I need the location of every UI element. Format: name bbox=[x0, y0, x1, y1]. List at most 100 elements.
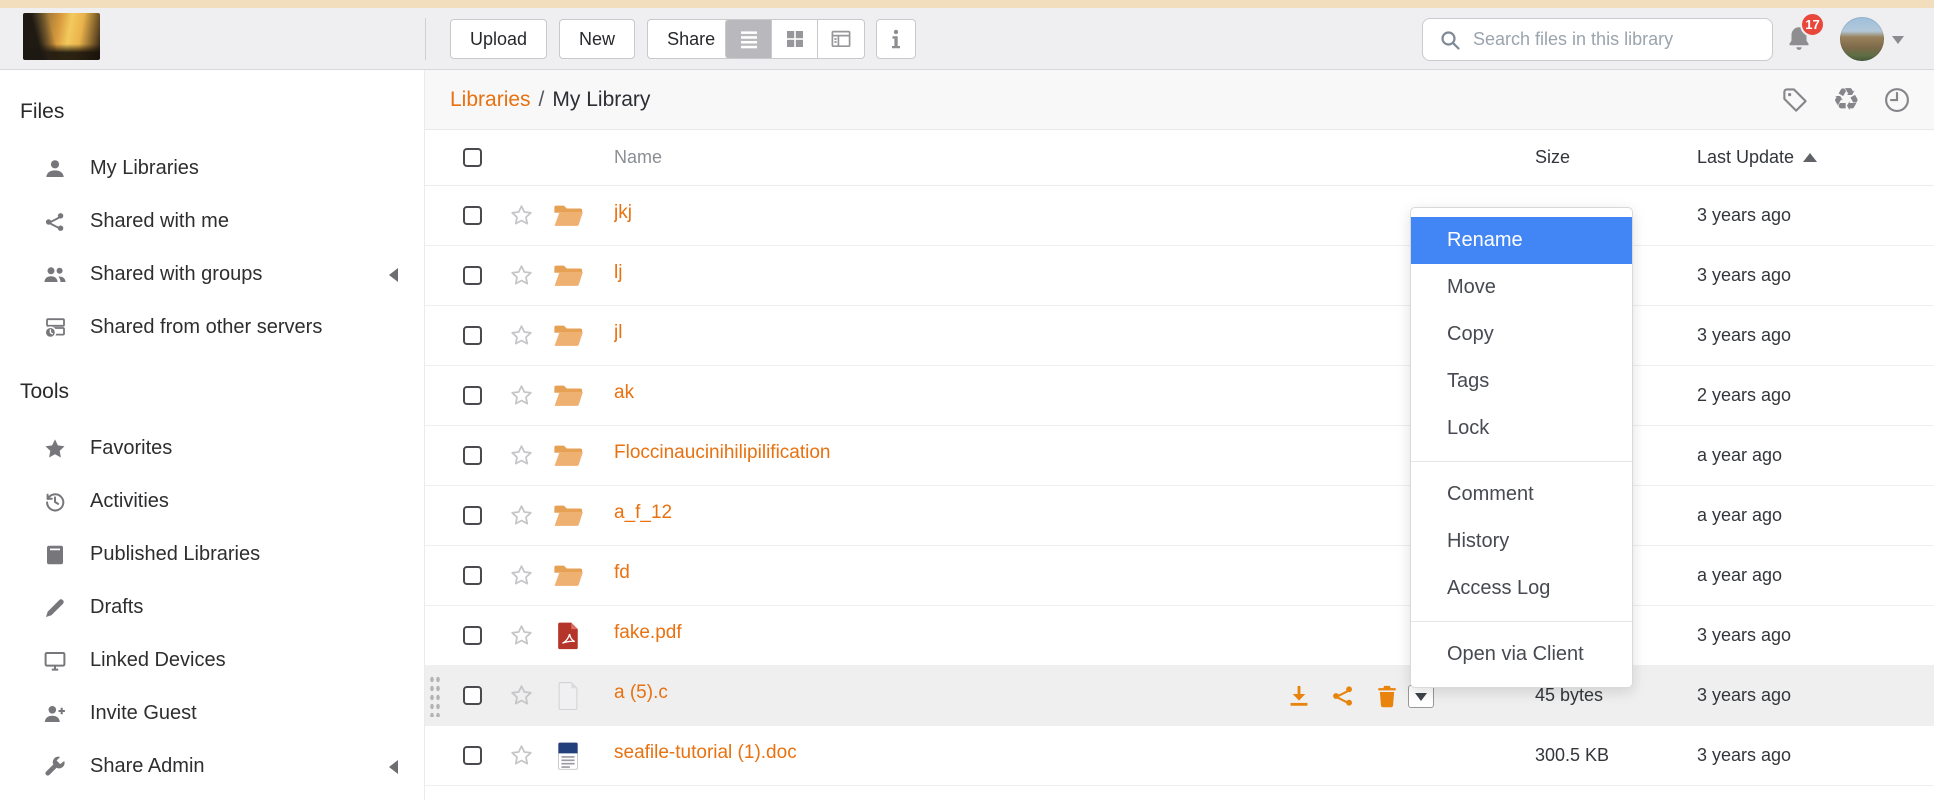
row-checkbox[interactable] bbox=[463, 626, 482, 645]
sidebar-item-shared-from-other-servers[interactable]: Shared from other servers bbox=[0, 301, 424, 354]
row-checkbox[interactable] bbox=[463, 506, 482, 525]
drag-handle[interactable] bbox=[429, 675, 440, 717]
file-name-link[interactable]: fd bbox=[614, 562, 630, 584]
row-checkbox[interactable] bbox=[463, 206, 482, 225]
file-name-link[interactable]: seafile-tutorial (1).doc bbox=[614, 742, 797, 764]
path-bar: Libraries / My Library ♻ bbox=[425, 70, 1934, 130]
select-all-checkbox[interactable] bbox=[463, 148, 482, 167]
column-header-last-update[interactable]: Last Update bbox=[1697, 147, 1934, 168]
table-row[interactable]: seafile-tutorial (1).doc300.5 KB3 years … bbox=[425, 726, 1934, 786]
table-row[interactable]: a (5).c45 bytes3 years ago bbox=[425, 666, 1934, 726]
user-avatar[interactable] bbox=[1840, 17, 1884, 61]
menu-item-access-log[interactable]: Access Log bbox=[1411, 565, 1632, 612]
collapse-caret-icon[interactable] bbox=[389, 268, 398, 282]
favorite-star-icon[interactable] bbox=[509, 623, 534, 648]
share-button[interactable]: Share bbox=[647, 19, 735, 59]
sidebar-item-drafts[interactable]: Drafts bbox=[0, 581, 424, 634]
breadcrumb-libraries-link[interactable]: Libraries bbox=[450, 88, 531, 112]
file-name-link[interactable]: a (5).c bbox=[614, 682, 668, 704]
sidebar-item-share-admin[interactable]: Share Admin bbox=[0, 740, 424, 793]
folder-icon bbox=[552, 381, 584, 411]
collapse-caret-icon[interactable] bbox=[389, 760, 398, 774]
favorite-star-icon[interactable] bbox=[509, 323, 534, 348]
table-row[interactable]: lj3 years ago bbox=[425, 246, 1934, 306]
sidebar-item-shared-with-me[interactable]: Shared with me bbox=[0, 195, 424, 248]
file-name-link[interactable]: fake.pdf bbox=[614, 622, 682, 644]
sidebar-item-linked-devices[interactable]: Linked Devices bbox=[0, 634, 424, 687]
history-clock-icon[interactable] bbox=[1880, 83, 1914, 117]
sidebar-item-activities[interactable]: Activities bbox=[0, 475, 424, 528]
trash-recycle-icon[interactable]: ♻ bbox=[1832, 84, 1860, 115]
last-update: 3 years ago bbox=[1697, 625, 1934, 646]
menu-item-tags[interactable]: Tags bbox=[1411, 358, 1632, 405]
menu-item-lock[interactable]: Lock bbox=[1411, 405, 1632, 452]
file-name-link[interactable]: lj bbox=[614, 262, 622, 284]
sidebar-item-favorites[interactable]: Favorites bbox=[0, 422, 424, 475]
sidebar-item-shared-with-groups[interactable]: Shared with groups bbox=[0, 248, 424, 301]
row-checkbox[interactable] bbox=[463, 386, 482, 405]
table-row[interactable]: fake.pdf 3 years ago bbox=[425, 606, 1934, 666]
table-row[interactable]: Floccinaucinihilipilificationa year ago bbox=[425, 426, 1934, 486]
favorite-star-icon[interactable] bbox=[509, 263, 534, 288]
grid-view-icon bbox=[783, 27, 807, 51]
menu-item-move[interactable]: Move bbox=[1411, 264, 1632, 311]
trash-icon[interactable] bbox=[1373, 683, 1400, 710]
table-header: Name Size Last Update bbox=[425, 130, 1934, 186]
tag-icon[interactable] bbox=[1778, 83, 1812, 117]
notifications-button[interactable]: 17 bbox=[1778, 12, 1830, 66]
column-header-size[interactable]: Size bbox=[1535, 147, 1697, 168]
info-button[interactable] bbox=[876, 19, 916, 59]
favorite-star-icon[interactable] bbox=[509, 503, 534, 528]
table-row[interactable]: a_f_12a year ago bbox=[425, 486, 1934, 546]
file-name-link[interactable]: ak bbox=[614, 382, 634, 404]
detail-view-icon bbox=[829, 27, 853, 51]
book-icon bbox=[42, 542, 68, 568]
file-name-link[interactable]: a_f_12 bbox=[614, 502, 672, 524]
row-checkbox[interactable] bbox=[463, 446, 482, 465]
file-name-link[interactable]: Floccinaucinihilipilification bbox=[614, 442, 831, 464]
menu-item-rename[interactable]: Rename bbox=[1411, 217, 1632, 264]
file-list: jkj3 years agolj3 years agojl3 years ago… bbox=[425, 186, 1934, 786]
search-input[interactable] bbox=[1473, 29, 1753, 50]
sidebar-item-label: Shared with me bbox=[90, 210, 229, 233]
grid-view-button[interactable] bbox=[772, 20, 818, 58]
new-button[interactable]: New bbox=[559, 19, 635, 59]
table-row[interactable]: ak2 years ago bbox=[425, 366, 1934, 426]
breadcrumb-separator: / bbox=[539, 88, 545, 112]
favorite-star-icon[interactable] bbox=[509, 563, 534, 588]
sidebar-item-invite-guest[interactable]: Invite Guest bbox=[0, 687, 424, 740]
row-checkbox[interactable] bbox=[463, 566, 482, 585]
sidebar-item-my-libraries[interactable]: My Libraries bbox=[0, 142, 424, 195]
sidebar-item-published-libraries[interactable]: Published Libraries bbox=[0, 528, 424, 581]
favorite-star-icon[interactable] bbox=[509, 743, 534, 768]
file-name-link[interactable]: jkj bbox=[614, 202, 632, 224]
column-header-name[interactable]: Name bbox=[614, 147, 1535, 168]
table-row[interactable]: jkj3 years ago bbox=[425, 186, 1934, 246]
favorite-star-icon[interactable] bbox=[509, 443, 534, 468]
share-nodes-icon[interactable] bbox=[1329, 683, 1356, 710]
menu-item-comment[interactable]: Comment bbox=[1411, 471, 1632, 518]
menu-item-history[interactable]: History bbox=[1411, 518, 1632, 565]
favorite-star-icon[interactable] bbox=[509, 383, 534, 408]
account-menu-caret-icon[interactable] bbox=[1892, 36, 1904, 44]
download-icon[interactable] bbox=[1285, 683, 1312, 710]
menu-item-open-via-client[interactable]: Open via Client bbox=[1411, 631, 1632, 678]
row-checkbox[interactable] bbox=[463, 266, 482, 285]
row-checkbox[interactable] bbox=[463, 326, 482, 345]
menu-item-copy[interactable]: Copy bbox=[1411, 311, 1632, 358]
main-panel: Libraries / My Library ♻ Name Size Last … bbox=[425, 70, 1934, 800]
file-name-link[interactable]: jl bbox=[614, 322, 622, 344]
row-checkbox[interactable] bbox=[463, 686, 482, 705]
table-row[interactable]: jl3 years ago bbox=[425, 306, 1934, 366]
favorite-star-icon[interactable] bbox=[509, 203, 534, 228]
favorite-star-icon[interactable] bbox=[509, 683, 534, 708]
row-checkbox[interactable] bbox=[463, 746, 482, 765]
site-logo[interactable] bbox=[23, 13, 100, 60]
more-operations-caret-button[interactable] bbox=[1408, 685, 1434, 708]
upload-button[interactable]: Upload bbox=[450, 19, 547, 59]
detail-view-button[interactable] bbox=[818, 20, 864, 58]
sidebar-item-label: Shared from other servers bbox=[90, 316, 322, 339]
list-view-button[interactable] bbox=[726, 20, 772, 58]
sidebar-item-label: Published Libraries bbox=[90, 543, 260, 566]
table-row[interactable]: fda year ago bbox=[425, 546, 1934, 606]
